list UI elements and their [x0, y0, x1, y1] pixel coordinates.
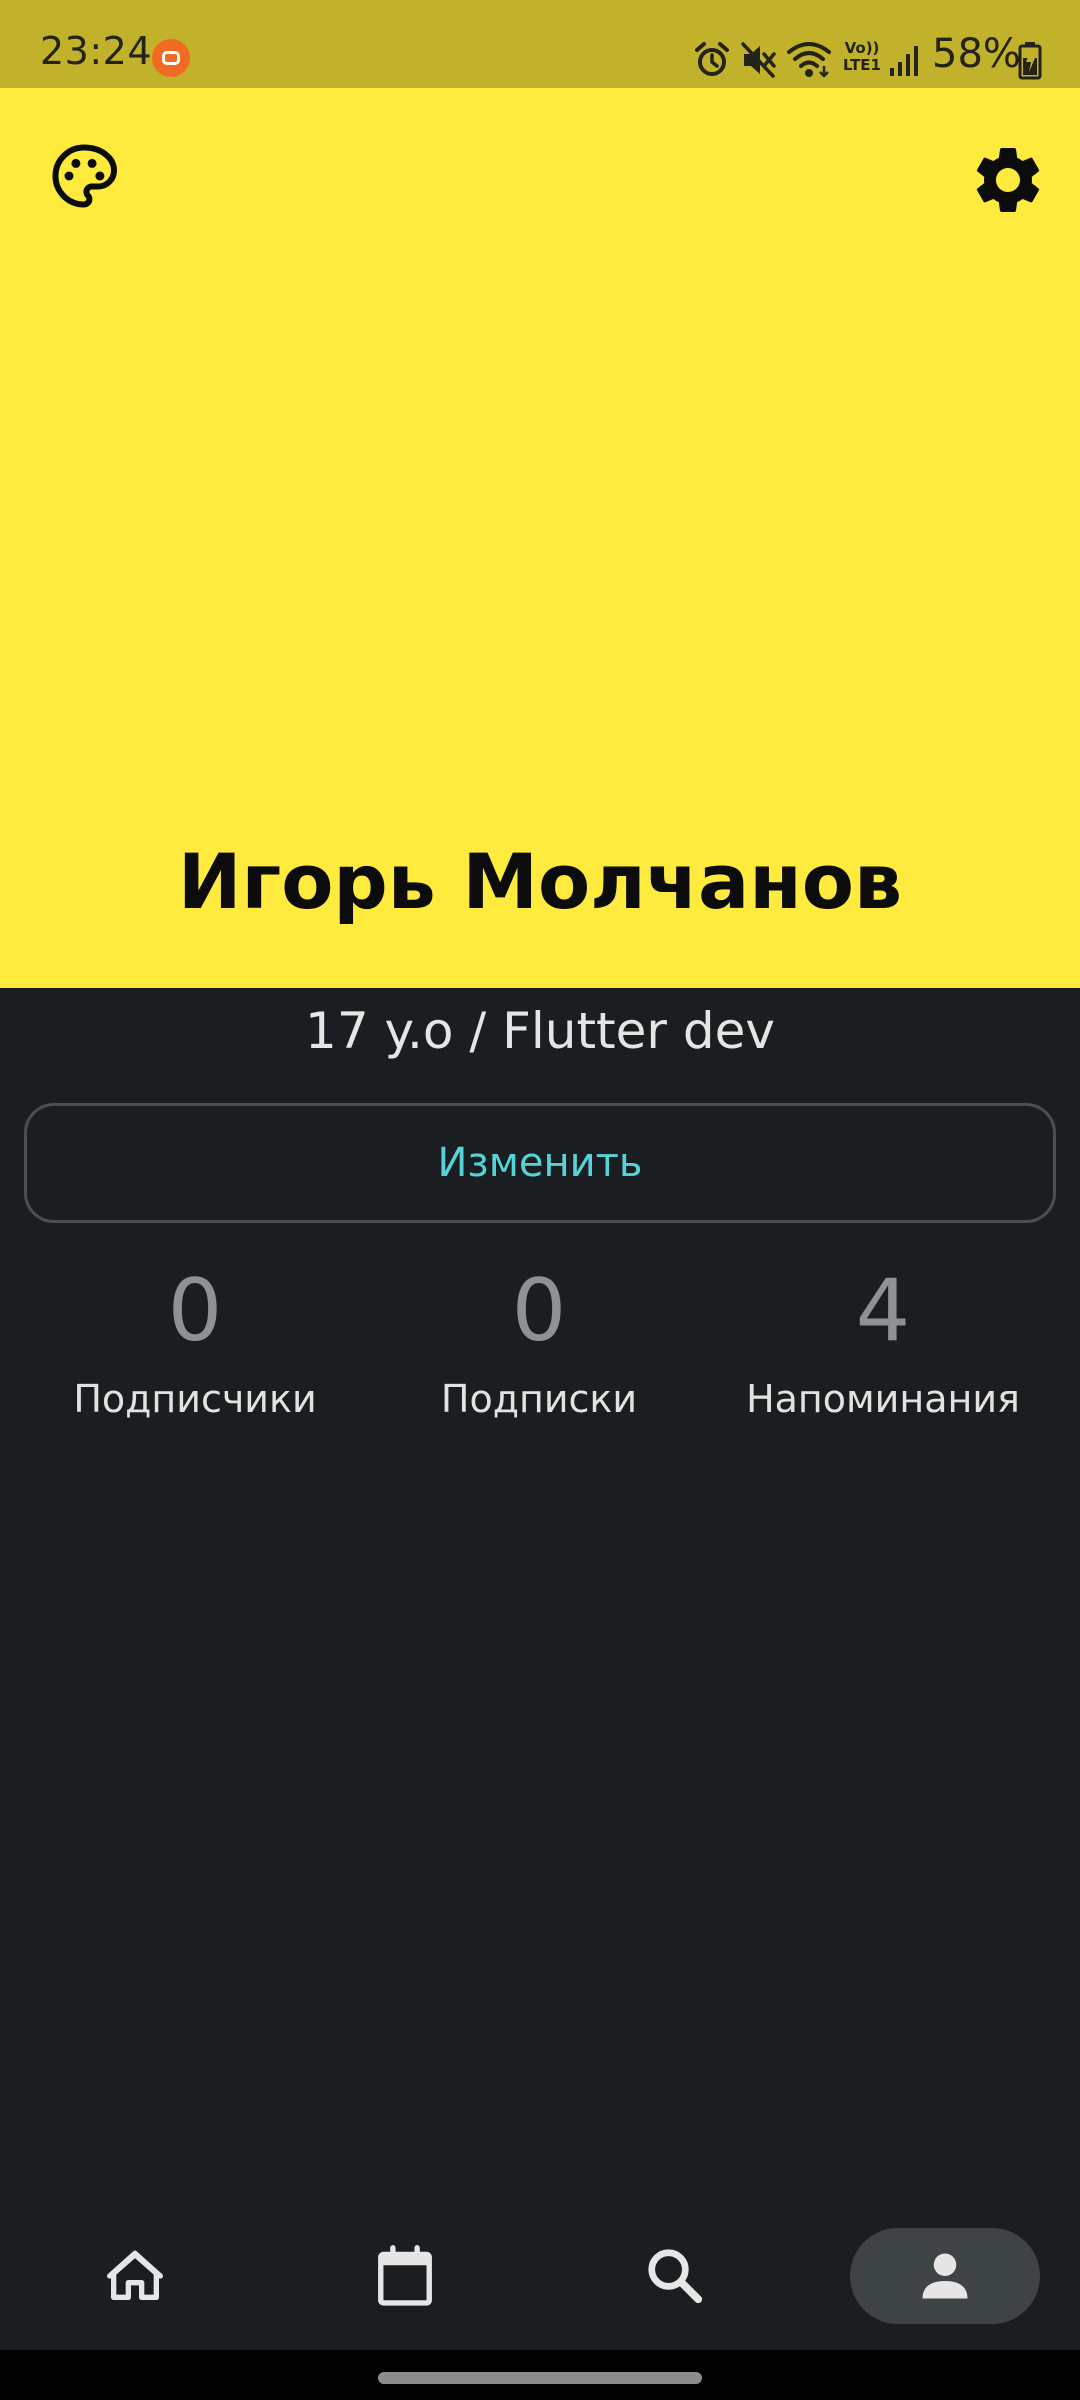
mute-icon — [741, 42, 776, 78]
profile-header: Игорь Молчанов — [0, 88, 1080, 988]
stat-label: Напоминания — [746, 1377, 1020, 1421]
nav-home[interactable] — [40, 2228, 230, 2324]
battery-percent: 58% — [932, 31, 1021, 77]
home-gesture-handle[interactable] — [378, 2372, 702, 2384]
battery-icon — [1018, 42, 1042, 80]
status-time: 23:24 — [40, 29, 153, 73]
nav-calendar[interactable] — [310, 2228, 500, 2324]
profile-name: Игорь Молчанов — [177, 837, 903, 926]
edit-profile-label: Изменить — [437, 1140, 643, 1186]
person-icon — [922, 2253, 968, 2299]
stat-following[interactable]: 0 Подписки — [359, 1268, 719, 1418]
stat-value: 4 — [855, 1261, 911, 1361]
stat-label: Подписчики — [73, 1377, 317, 1421]
network-label: Vo)) LTE1 — [842, 40, 882, 74]
nav-profile[interactable] — [850, 2228, 1040, 2324]
home-icon — [107, 2250, 163, 2300]
signal-icon — [890, 46, 918, 76]
app-notification-icon — [152, 39, 190, 77]
alarm-icon — [695, 42, 729, 76]
stat-reminders[interactable]: 4 Напоминания — [703, 1268, 1063, 1418]
bottom-navigation — [0, 2200, 1080, 2350]
stat-followers[interactable]: 0 Подписчики — [15, 1268, 375, 1418]
settings-icon[interactable] — [968, 140, 1048, 220]
profile-subtitle: 17 y.o / Flutter dev — [305, 1002, 775, 1060]
stat-value: 0 — [167, 1261, 223, 1361]
stat-value: 0 — [511, 1261, 567, 1361]
system-gesture-bar — [0, 2350, 1080, 2400]
palette-icon[interactable] — [48, 140, 120, 212]
calendar-icon — [378, 2245, 432, 2306]
nav-search[interactable] — [580, 2228, 770, 2324]
stat-label: Подписки — [440, 1377, 638, 1421]
edit-profile-button[interactable]: Изменить — [24, 1103, 1056, 1223]
search-icon — [648, 2249, 703, 2304]
network-type-text: Vo)) LTE1 — [843, 39, 881, 74]
wifi-icon — [787, 42, 831, 78]
status-bar: 23:24 Vo)) LTE1 58% — [0, 0, 1080, 88]
